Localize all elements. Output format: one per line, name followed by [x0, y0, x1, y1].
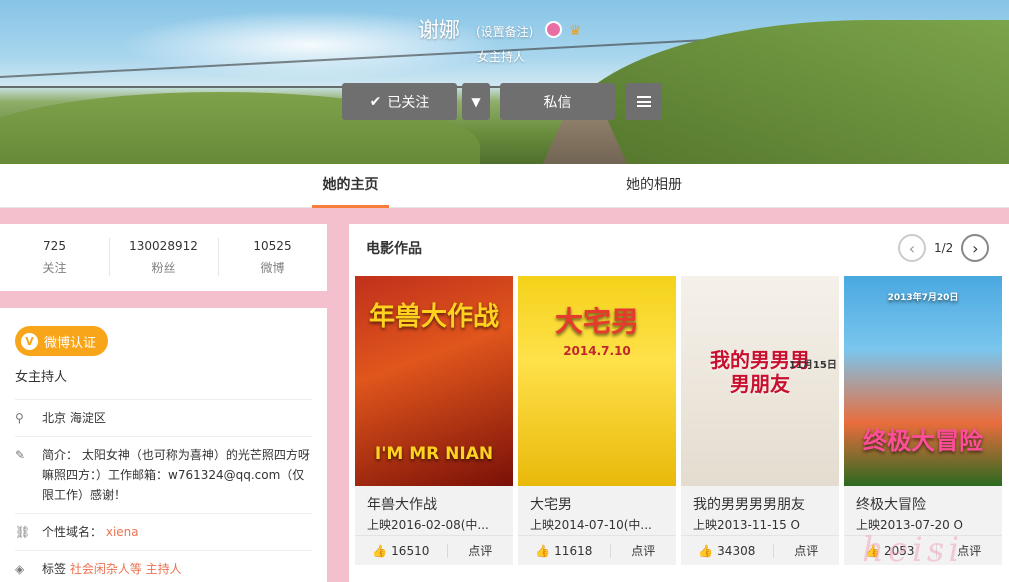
prev-page-button[interactable]: ‹ — [898, 234, 926, 262]
profile-name: 谢娜 — [418, 18, 460, 42]
movie-poster[interactable]: 2013年7月20日 终极大冒险 — [844, 276, 1002, 486]
review-button[interactable]: 点评 — [774, 542, 839, 559]
watermark: heisi — [862, 530, 964, 570]
verified-role: 女主持人 — [15, 366, 312, 400]
poster-title: 大宅男 — [554, 305, 639, 338]
movie-name[interactable]: 大宅男 — [518, 486, 676, 514]
movie-release-date: 上映2014-07-10(中... — [530, 518, 652, 532]
set-remark-link[interactable]: (设置备注) — [476, 23, 533, 40]
message-button[interactable]: 私信 — [500, 83, 615, 120]
poster-subtitle: I'M MR NIAN — [374, 444, 494, 464]
thumbs-up-icon: 👍 — [372, 543, 388, 558]
verify-badge[interactable]: V 微博认证 — [15, 326, 109, 356]
poster-subtitle: 2014.7.10 — [563, 344, 631, 358]
poster-title: 终极大冒险 — [863, 427, 983, 455]
profile-title: 女主持人 — [477, 50, 526, 64]
followed-label: 已关注 — [387, 94, 430, 111]
crown-badge-icon[interactable]: ♛ — [569, 23, 582, 39]
chevron-left-icon: ‹ — [908, 238, 916, 258]
movie-card[interactable]: 大宅男 2014.7.10 大宅男 上映2014-07-10(中... 👍 116… — [518, 276, 676, 565]
stat-posts-value: 10525 — [253, 239, 292, 253]
stat-following-value: 725 — [43, 239, 66, 253]
page-indicator: 1/2 — [934, 241, 954, 255]
location-pin-icon: ⚲ — [15, 411, 24, 425]
bio-row: ✎ 简介： 太阳女神（也可称为喜神）的光芒照四方呀嘛照四方：）工作邮箱：w761… — [15, 437, 312, 514]
next-page-button[interactable]: › — [961, 234, 990, 262]
movie-release-date: 上映2013-11-15 O — [693, 518, 800, 532]
tag-icon: ◈ — [15, 562, 25, 576]
check-icon: ✔ — [369, 93, 382, 110]
movie-name[interactable]: 我的男男男男朋友 — [681, 486, 839, 514]
movie-card[interactable]: 我的男男男男朋友 11月15日 我的男男男男朋友 上映2013-11-15 O … — [681, 276, 839, 565]
info-card: V 微博认证 女主持人 ⚲ 北京 海淀区 ✎ 简介： 太阳女神（也可称为喜神）的… — [0, 308, 327, 582]
movie-actions: 👍 34308 点评 — [681, 535, 839, 565]
domain-link[interactable]: xiena — [106, 525, 139, 539]
like-button[interactable]: 👍 16510 — [355, 543, 448, 558]
poster-title: 年兽大作战 — [368, 302, 499, 332]
follow-dropdown-button[interactable]: ▼ — [462, 83, 490, 120]
movies-card: 电影作品 ‹ 1/2 › 年兽大作战 I'M MR NIAN 年兽大作战 上映2… — [349, 224, 1009, 582]
domain-row: ⛓ 个性域名： xiena — [15, 514, 312, 551]
movie-actions: 👍 16510 点评 — [355, 535, 513, 565]
verified-v-icon: V — [21, 332, 38, 350]
profile-tabs: 她的主页 她的相册 — [0, 164, 1009, 208]
tags-label: 标签 — [42, 562, 67, 576]
bio-text: 简介： 太阳女神（也可称为喜神）的光芒照四方呀嘛照四方：）工作邮箱：w76132… — [42, 448, 310, 502]
stat-following[interactable]: 725 关注 — [0, 224, 109, 291]
movie-card[interactable]: 2013年7月20日 终极大冒险 终极大冒险 上映2013-07-20 O 👍 2… — [844, 276, 1002, 565]
stat-followers-value: 130028912 — [129, 239, 198, 253]
domain-label: 个性域名： — [42, 525, 103, 539]
location-row: ⚲ 北京 海淀区 — [15, 400, 312, 437]
review-button[interactable]: 点评 — [611, 542, 676, 559]
stat-posts-label: 微博 — [260, 261, 285, 275]
movie-name[interactable]: 终极大冒险 — [844, 486, 1002, 514]
vip-badge-icon[interactable] — [545, 21, 562, 38]
more-menu-button[interactable] — [625, 83, 662, 120]
verify-label: 微博认证 — [44, 335, 97, 351]
stats-card: 725 关注 130028912 粉丝 10525 微博 — [0, 224, 327, 291]
stat-followers-label: 粉丝 — [151, 261, 176, 275]
tags-row: ◈ 标签 社会闲杂人等 主持人 — [15, 551, 312, 582]
edit-icon: ✎ — [15, 448, 26, 462]
thumbs-up-icon: 👍 — [535, 543, 551, 558]
profile-cover: 谢娜 (设置备注) ♛ 女主持人 ✔ 已关注 ▼ 私信 — [0, 0, 1009, 164]
link-icon: ⛓ — [15, 525, 31, 539]
movie-release-date: 上映2016-02-08(中... — [367, 518, 489, 532]
movie-poster[interactable]: 年兽大作战 I'M MR NIAN — [355, 276, 513, 486]
like-count: 11618 — [554, 543, 593, 558]
stat-followers[interactable]: 130028912 粉丝 — [109, 224, 218, 291]
movie-poster[interactable]: 大宅男 2014.7.10 — [518, 276, 676, 486]
hamburger-icon — [636, 96, 651, 107]
stat-posts[interactable]: 10525 微博 — [218, 224, 327, 291]
poster-subtitle: 2013年7月20日 — [887, 293, 959, 303]
stat-following-label: 关注 — [42, 261, 67, 275]
thumbs-up-icon: 👍 — [698, 543, 714, 558]
tab-home[interactable]: 她的主页 — [312, 164, 389, 208]
like-button[interactable]: 👍 34308 — [681, 543, 774, 558]
movie-card[interactable]: 年兽大作战 I'M MR NIAN 年兽大作战 上映2016-02-08(中..… — [355, 276, 513, 565]
caret-down-icon: ▼ — [471, 94, 481, 109]
movie-poster[interactable]: 我的男男男男朋友 11月15日 — [681, 276, 839, 486]
location-text: 北京 海淀区 — [42, 411, 106, 425]
followed-button[interactable]: ✔ 已关注 — [342, 83, 457, 120]
chevron-right-icon: › — [972, 238, 979, 258]
movie-name[interactable]: 年兽大作战 — [355, 486, 513, 514]
movies-section-title: 电影作品 — [366, 241, 422, 257]
movies-pager: ‹ 1/2 › — [898, 234, 990, 262]
review-button[interactable]: 点评 — [448, 542, 513, 559]
movie-actions: 👍 11618 点评 — [518, 535, 676, 565]
like-count: 16510 — [391, 543, 430, 558]
like-button[interactable]: 👍 11618 — [518, 543, 611, 558]
tags-links[interactable]: 社会闲杂人等 主持人 — [70, 562, 182, 576]
tab-album[interactable]: 她的相册 — [616, 164, 692, 208]
poster-subtitle: 11月15日 — [789, 360, 837, 371]
like-count: 34308 — [717, 543, 756, 558]
